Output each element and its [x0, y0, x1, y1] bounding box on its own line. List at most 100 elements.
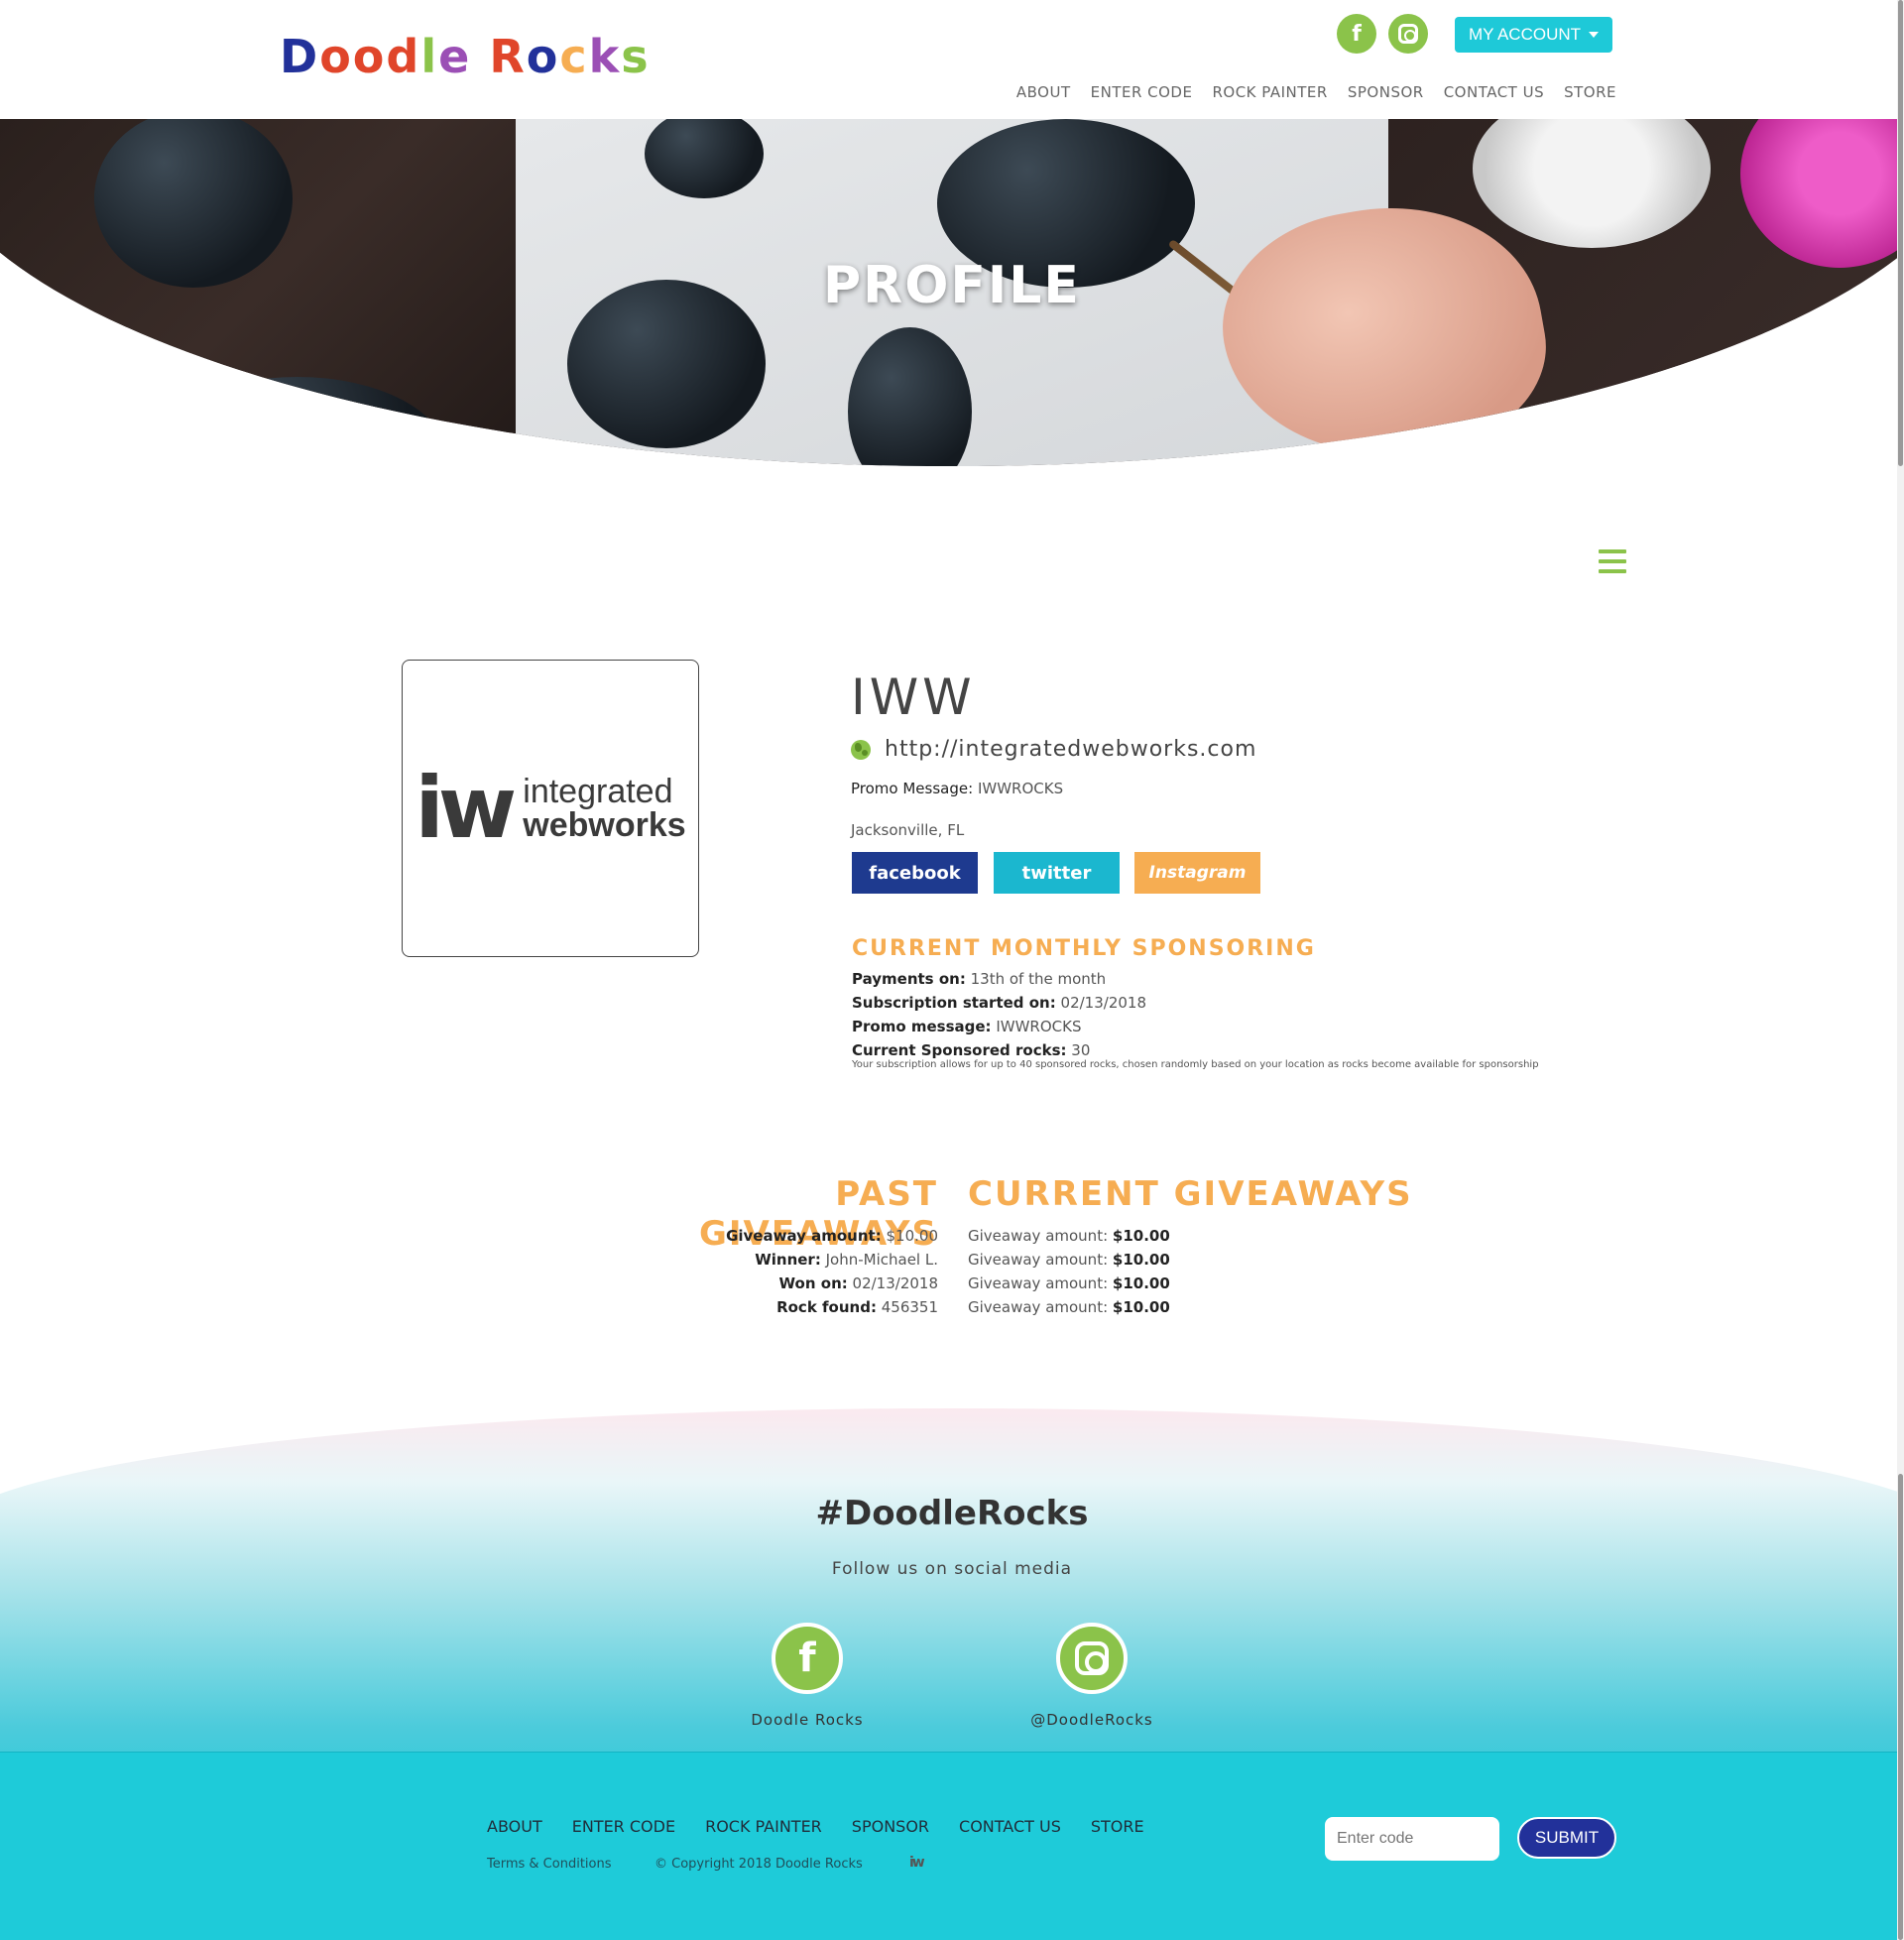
nav-store[interactable]: STORE [1564, 83, 1616, 101]
nav-rock-painter[interactable]: ROCK PAINTER [1212, 83, 1327, 101]
row-value: $10.00 [1112, 1298, 1170, 1316]
instagram-icon[interactable] [1388, 14, 1428, 54]
instagram-icon[interactable] [1056, 1623, 1128, 1694]
website-row: http://integratedwebworks.com [851, 737, 1256, 762]
my-account-label: MY ACCOUNT [1468, 25, 1582, 44]
sponsored-rocks-value: 30 [1071, 1041, 1091, 1059]
row-label: Giveaway amount: [726, 1227, 882, 1245]
top-nav: ABOUT ENTER CODE ROCK PAINTER SPONSOR CO… [1016, 83, 1616, 101]
list-item: Giveaway amount: $10.00 [968, 1295, 1170, 1319]
logo-letter: R [489, 30, 527, 83]
facebook-label[interactable]: Doodle Rocks [708, 1711, 906, 1729]
promo-value: IWWROCKS [996, 1018, 1082, 1035]
logo-letter: s [621, 30, 651, 83]
logo-line-1: integrated [523, 773, 673, 810]
facebook-icon[interactable]: f [772, 1623, 843, 1694]
footer-nav-about[interactable]: ABOUT [487, 1817, 542, 1836]
globe-icon [851, 739, 871, 760]
submit-button[interactable]: SUBMIT [1517, 1817, 1616, 1859]
promo-label: Promo message: [852, 1018, 992, 1035]
copyright: © Copyright 2018 Doodle Rocks [654, 1857, 863, 1872]
promo-message-label: Promo Message: [851, 780, 974, 797]
subscription-label: Subscription started on: [852, 994, 1056, 1012]
nav-enter-code[interactable]: ENTER CODE [1091, 83, 1193, 101]
sponsor-logo: iw integrated webworks [402, 660, 699, 957]
website-link[interactable]: http://integratedwebworks.com [885, 737, 1256, 762]
logo-letter: o [352, 30, 387, 83]
row-value: 456351 [881, 1298, 938, 1316]
terms-link[interactable]: Terms & Conditions [487, 1857, 612, 1872]
row-label: Winner: [755, 1251, 821, 1269]
promo-message-row: Promo Message: IWWROCKS [851, 780, 1063, 797]
list-item: Rock found: 456351 [595, 1295, 938, 1319]
row-value: $10.00 [1112, 1274, 1170, 1292]
logo-letter: o [319, 30, 353, 83]
iw-logo-mark: iw [415, 759, 517, 858]
instagram-label[interactable]: @DoodleRocks [993, 1711, 1191, 1729]
twitter-button[interactable]: twitter [994, 852, 1120, 894]
footer-nav-enter-code[interactable]: ENTER CODE [572, 1817, 675, 1836]
list-item: Giveaway amount: $10.00 [595, 1224, 938, 1248]
sponsored-rocks-label: Current Sponsored rocks: [852, 1041, 1067, 1059]
row-value: $10.00 [1112, 1251, 1170, 1269]
logo-letter: k [588, 30, 622, 83]
footer-nav-rock-painter[interactable]: ROCK PAINTER [705, 1817, 822, 1836]
logo-letter [471, 30, 489, 83]
logo-letter: e [438, 30, 472, 83]
list-item: Giveaway amount: $10.00 [968, 1272, 1170, 1295]
row-value: $10.00 [1112, 1227, 1170, 1245]
row-label: Rock found: [776, 1298, 877, 1316]
past-giveaways-list: Giveaway amount: $10.00 Winner: John-Mic… [595, 1224, 938, 1319]
row-label: Giveaway amount: [968, 1298, 1109, 1316]
row-value: 02/13/2018 [852, 1274, 938, 1292]
logo-letter: d [386, 30, 421, 83]
footer-nav-store[interactable]: STORE [1091, 1817, 1144, 1836]
facebook-button[interactable]: facebook [852, 852, 978, 894]
profile-name: IWW [851, 668, 976, 726]
footer-nav-sponsor[interactable]: SPONSOR [852, 1817, 929, 1836]
payments-value: 13th of the month [970, 970, 1107, 988]
logo-letter: D [280, 30, 320, 83]
facebook-icon[interactable]: f [1337, 14, 1376, 54]
instagram-button[interactable]: Instagram [1134, 852, 1260, 894]
list-item: Won on: 02/13/2018 [595, 1272, 938, 1295]
nav-about[interactable]: ABOUT [1016, 83, 1071, 101]
site-header: Doodle Rocks f MY ACCOUNT ABOUT ENTER CO… [0, 0, 1904, 119]
sponsoring-heading: CURRENT MONTHLY SPONSORING [852, 936, 1316, 961]
subscription-value: 02/13/2018 [1060, 994, 1146, 1012]
list-item: Winner: John-Michael L. [595, 1248, 938, 1272]
nav-sponsor[interactable]: SPONSOR [1348, 83, 1424, 101]
promo-message-value: IWWROCKS [977, 780, 1064, 797]
caret-down-icon [1589, 32, 1600, 38]
row-label: Won on: [778, 1274, 848, 1292]
logo-letter: o [526, 30, 560, 83]
page-title: PROFILE [823, 256, 1081, 315]
footer-nav: ABOUT ENTER CODE ROCK PAINTER SPONSOR CO… [487, 1817, 1144, 1836]
code-input[interactable] [1325, 1817, 1499, 1861]
logo-letter: l [420, 30, 439, 83]
row-label: Giveaway amount: [968, 1227, 1109, 1245]
payments-label: Payments on: [852, 970, 966, 988]
row-label: Giveaway amount: [968, 1274, 1109, 1292]
iw-credit-icon[interactable]: iw [909, 1855, 925, 1871]
subscription-row: Subscription started on: 02/13/2018 [852, 994, 1146, 1012]
nav-contact-us[interactable]: CONTACT US [1444, 83, 1544, 101]
scrollbar-thumb-lower[interactable] [1898, 1474, 1903, 1940]
footer-bar [0, 1753, 1904, 1940]
logo-letter: c [559, 30, 589, 83]
footer-nav-contact-us[interactable]: CONTACT US [959, 1817, 1061, 1836]
my-account-button[interactable]: MY ACCOUNT [1455, 17, 1612, 53]
scrollbar-thumb[interactable] [1898, 0, 1903, 466]
current-giveaways-list: Giveaway amount: $10.00 Giveaway amount:… [968, 1224, 1170, 1319]
row-value: $10.00 [886, 1227, 939, 1245]
doodle-rocks-logo[interactable]: Doodle Rocks [280, 30, 651, 83]
list-item: Giveaway amount: $10.00 [968, 1248, 1170, 1272]
row-label: Giveaway amount: [968, 1251, 1109, 1269]
payments-row: Payments on: 13th of the month [852, 970, 1106, 988]
menu-icon[interactable] [1599, 549, 1626, 573]
hero-banner: PROFILE [0, 119, 1904, 466]
current-giveaways-heading: CURRENT GIVEAWAYS [968, 1174, 1413, 1214]
hashtag-title: #DoodleRocks [815, 1494, 1089, 1533]
subscription-note: Your subscription allows for up to 40 sp… [852, 1059, 1539, 1070]
location: Jacksonville, FL [851, 821, 965, 839]
